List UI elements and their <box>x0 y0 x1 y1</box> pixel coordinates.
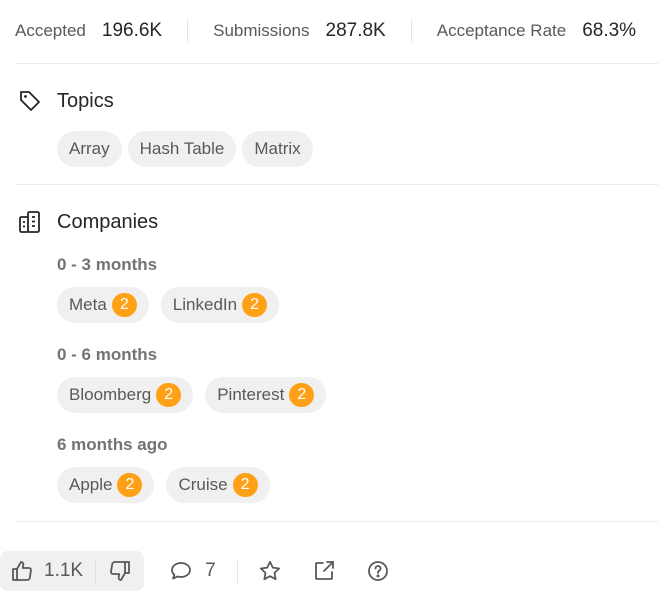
comment-icon <box>171 562 191 580</box>
acceptance-label: Acceptance Rate <box>436 21 567 40</box>
divider <box>16 521 658 522</box>
building-icon <box>17 209 43 235</box>
company-name: LinkedIn <box>172 295 238 314</box>
companies-title: Companies <box>57 210 159 233</box>
comment-count: 7 <box>205 560 216 581</box>
period-label: 6 months ago <box>57 435 168 454</box>
companies-header[interactable]: Companies <box>17 209 158 235</box>
share-icon <box>314 561 334 580</box>
thumbs-up-icon <box>12 561 32 581</box>
submissions-value: 287.8K <box>325 20 386 41</box>
company-tag[interactable]: Cruise 2 <box>166 467 270 503</box>
topic-tag[interactable]: Hash Table <box>127 131 237 167</box>
count-badge: 2 <box>289 383 315 407</box>
company-tags: Bloomberg 2 Pinterest 2 <box>57 377 327 413</box>
company-tag[interactable]: Bloomberg 2 <box>57 377 194 413</box>
submissions-stat: Submissions 287.8K <box>213 20 386 42</box>
divider <box>16 184 658 185</box>
topic-tags: Array Hash Table Matrix <box>57 131 313 167</box>
company-name: Pinterest <box>217 385 285 404</box>
accepted-label: Accepted <box>15 21 86 40</box>
accepted-value: 196.6K <box>101 20 163 41</box>
company-tag[interactable]: LinkedIn 2 <box>160 287 280 323</box>
period-label: 0 - 3 months <box>57 255 158 274</box>
stat-divider <box>410 19 412 43</box>
star-icon <box>259 560 280 581</box>
thumbs-down-icon <box>110 561 130 581</box>
stats-bar: Accepted 196.6K Submissions 287.8K Accep… <box>15 16 636 46</box>
company-name: Meta <box>69 295 107 314</box>
company-tags: Meta 2 LinkedIn 2 <box>57 287 280 323</box>
count-badge: 2 <box>232 473 258 497</box>
tag-icon <box>17 88 43 114</box>
topic-tag[interactable]: Matrix <box>242 131 313 167</box>
count-badge: 2 <box>117 473 143 497</box>
help-icon <box>367 561 388 581</box>
divider <box>16 63 658 64</box>
like-count: 1.1K <box>44 560 84 581</box>
company-name: Bloomberg <box>69 385 152 404</box>
stat-divider <box>187 19 189 43</box>
action-bar: 1.1K 7 <box>0 551 390 591</box>
company-tag[interactable]: Apple 2 <box>57 467 155 503</box>
submissions-label: Submissions <box>213 21 310 40</box>
company-name: Cruise <box>178 475 228 494</box>
topic-tag[interactable]: Array <box>57 131 122 167</box>
company-tags: Apple 2 Cruise 2 <box>57 467 270 503</box>
count-badge: 2 <box>111 293 137 317</box>
help-button[interactable] <box>366 559 390 583</box>
topics-header[interactable]: Topics <box>17 88 114 114</box>
company-tag[interactable]: Pinterest 2 <box>205 377 327 413</box>
comments-button[interactable]: 7 <box>169 559 216 583</box>
accepted-stat: Accepted 196.6K <box>15 20 162 42</box>
action-divider <box>236 559 238 583</box>
favorite-button[interactable] <box>258 559 282 583</box>
share-button[interactable] <box>312 559 336 583</box>
period-label: 0 - 6 months <box>57 345 158 364</box>
company-name: Apple <box>69 475 113 494</box>
acceptance-stat: Acceptance Rate 68.3% <box>437 20 636 42</box>
dislike-button[interactable] <box>96 551 144 591</box>
count-badge: 2 <box>156 383 182 407</box>
topics-title: Topics <box>57 89 114 112</box>
acceptance-value: 68.3% <box>582 20 637 41</box>
count-badge: 2 <box>242 293 268 317</box>
vote-group: 1.1K <box>0 551 145 591</box>
like-button[interactable]: 1.1K <box>0 551 95 591</box>
company-tag[interactable]: Meta 2 <box>57 287 149 323</box>
